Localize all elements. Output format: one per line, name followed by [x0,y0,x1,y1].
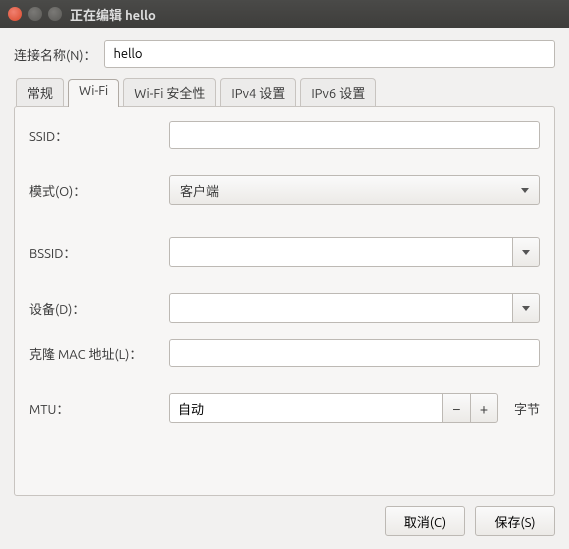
connection-name-row: 连接名称(N)： [14,40,555,68]
chevron-down-icon [522,306,530,311]
cancel-button[interactable]: 取消(C) [385,506,465,536]
tab-wifi[interactable]: Wi-Fi [68,79,119,107]
connection-name-input[interactable] [104,40,555,68]
mode-label: 模式(O)： [29,181,169,200]
mtu-input[interactable] [169,393,442,423]
device-combo[interactable] [169,293,540,323]
ssid-label: SSID： [29,126,169,145]
mode-row: 模式(O)： 客户端 [29,175,540,205]
connection-name-label: 连接名称(N)： [14,45,96,64]
tab-bar: 常规 Wi-Fi Wi-Fi 安全性 IPv4 设置 IPv6 设置 [14,78,555,106]
close-icon[interactable] [8,7,22,21]
device-input[interactable] [169,293,512,323]
bssid-label: BSSID： [29,243,169,262]
tab-general[interactable]: 常规 [16,78,64,106]
dialog-button-bar: 取消(C) 保存(S) [0,496,569,548]
device-row: 设备(D)： [29,293,540,323]
clone-mac-input[interactable] [169,339,540,367]
save-button[interactable]: 保存(S) [475,506,555,536]
mtu-unit: 字节 [514,399,540,418]
bssid-drop-button[interactable] [512,237,540,267]
mode-value: 客户端 [180,181,219,200]
bssid-input[interactable] [169,237,512,267]
settings-notebook: 常规 Wi-Fi Wi-Fi 安全性 IPv4 设置 IPv6 设置 SSID：… [14,78,555,496]
device-label: 设备(D)： [29,299,169,318]
ssid-input[interactable] [169,121,540,149]
bssid-combo[interactable] [169,237,540,267]
clone-mac-row: 克隆 MAC 地址(L)： [29,339,540,367]
mtu-increment-button[interactable]: + [470,393,498,423]
tab-ipv6[interactable]: IPv6 设置 [300,78,376,106]
chevron-down-icon [522,250,530,255]
chevron-down-icon [521,188,529,193]
content-area: 连接名称(N)： 常规 Wi-Fi Wi-Fi 安全性 IPv4 设置 IPv6… [0,28,569,496]
mtu-label: MTU： [29,399,169,418]
clone-mac-label: 克隆 MAC 地址(L)： [29,344,169,363]
wifi-panel: SSID： 模式(O)： 客户端 BSSID： [14,106,555,496]
mode-combo[interactable]: 客户端 [169,175,540,205]
titlebar: 正在编辑 hello [0,0,569,28]
window-title: 正在编辑 hello [70,5,156,24]
mtu-spinner: − + [169,393,498,423]
mtu-decrement-button[interactable]: − [442,393,470,423]
minimize-icon[interactable] [28,7,42,21]
ssid-row: SSID： [29,121,540,149]
device-drop-button[interactable] [512,293,540,323]
maximize-icon[interactable] [48,7,62,21]
tab-ipv4[interactable]: IPv4 设置 [220,78,296,106]
bssid-row: BSSID： [29,237,540,267]
tab-wifi-security[interactable]: Wi-Fi 安全性 [123,78,216,106]
mtu-row: MTU： − + 字节 [29,393,540,423]
window-controls [8,7,62,21]
